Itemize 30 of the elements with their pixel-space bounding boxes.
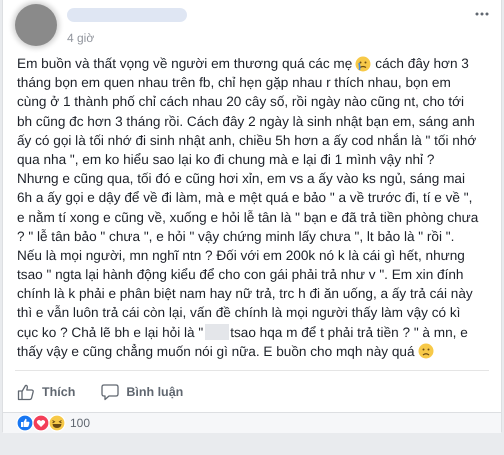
post-text: chính là k phải e phân biệt nam hay nữ trả, trc h đi ăn uống, a ấy trả cái này <box>17 285 473 304</box>
post-time[interactable]: 4 giờ <box>67 31 475 45</box>
more-options-icon[interactable] <box>475 12 489 16</box>
post-text: cục ko ? Chả lẽ bh e lại hỏi là " <box>17 324 204 342</box>
post-text: bh cũng đc hơn 3 tháng rồi. Cách đây 2 ngày là sinh nhật bạn em, sáng anh <box>17 112 475 131</box>
post-text: qua nha ", em ko hiểu sao lại ko đi chung mà e lại đi 1 mình vậy nhỉ ? <box>17 150 434 169</box>
post-text: Em buồn và thất vọng về người em thương quá các mẹ <box>17 55 352 73</box>
post-text: cùng ở 1 thành phố chỉ cách nhau 20 cây số, rồi ngày nào cũng nt, cho tới <box>17 93 464 112</box>
post-text: ấy có gọi là tối nhớ đi sinh nhật anh, chiều 5h hơn a ấy cod nhắn là " tối nhớ <box>17 132 476 150</box>
comment-button[interactable]: Bình luận <box>101 378 184 404</box>
post-text: 6h a ấy gọi e dậy để về đi làm, mà e mệt quá e bảo " a về trước đi, tí e về ", <box>17 189 472 208</box>
thumbs-up-icon <box>17 382 35 400</box>
post-text: thì e vẫn luôn trả cái còn lại, vấn đề chính là mọi người thấy làm vậy có kì <box>17 304 460 322</box>
post-text: thấy vậy e cũng chẳng muốn nói gì nữa. E buồn cho mqh này quá <box>17 342 415 361</box>
like-button[interactable]: Thích <box>17 378 76 404</box>
post-text: Nếu là mọi người, mn nghĩ ntn ? Đối với em 200k nó k là cái gì hết, nhưng <box>17 246 465 265</box>
sad-face-icon <box>418 343 434 360</box>
post-text: tsao " ngta lại hành động kiểu để cho con gái phải trả như v ". Em xin đính <box>17 266 464 284</box>
speech-bubble-icon <box>101 382 120 400</box>
avatar-photo-placeholder[interactable] <box>15 4 57 46</box>
post-text: cách đây hơn 3 <box>375 55 469 73</box>
crying-face-icon <box>355 56 372 72</box>
post-text: e nằm tí xong e cũng về, xuống e hỏi lễ tân là " bạn e đã trả tiền phòng chưa <box>17 208 478 227</box>
post-text: ? " lễ tân bảo " chưa ", e hỏi " vậy chứng minh lấy chưa ", lt bảo là " rồi ". <box>17 228 454 246</box>
post-text: Nhưng e cũng qua, tối đó e cũng hơi xỉn, em vs a ấy vào ks ngủ, sáng mai <box>17 170 465 188</box>
reaction-count[interactable]: 100 <box>70 416 90 430</box>
text-redaction <box>205 324 230 340</box>
post-text: tsao hqa m để t phải trả tiền ? " à mn, e <box>230 324 468 342</box>
post-text: tháng bọn em quen nhau trên fb, chỉ hẹn gặp nhau r thích nhau, bọn em <box>17 74 451 92</box>
reaction-icons[interactable] <box>16 414 66 432</box>
